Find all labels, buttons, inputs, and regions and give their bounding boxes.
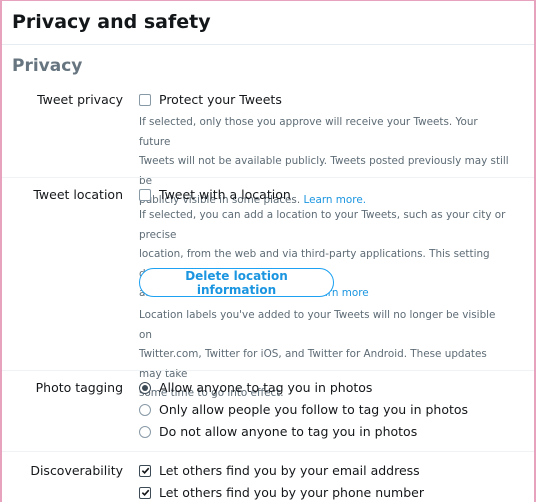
note-line: Twitter.com, Twitter for iOS, and Twitte… [139, 348, 487, 380]
help-line: If selected, only those you approve will… [139, 116, 478, 148]
photo-tag-option-anyone[interactable]: Allow anyone to tag you in photos [139, 380, 372, 395]
radio-no-one[interactable] [139, 425, 151, 438]
check-icon [141, 489, 149, 497]
delete-location-button[interactable]: Delete location information [139, 268, 334, 297]
find-by-phone-label: Let others find you by your phone number [159, 485, 425, 500]
check-icon [141, 467, 149, 475]
find-by-phone-option[interactable]: Let others find you by your phone number [139, 485, 424, 500]
find-by-phone-checkbox[interactable] [139, 486, 151, 499]
help-line: Tweets will not be available publicly. T… [139, 155, 509, 187]
divider [2, 451, 534, 452]
radio-label: Do not allow anyone to tag you in photos [159, 424, 418, 439]
tweet-with-location-option[interactable]: Tweet with a location [139, 187, 291, 202]
section-title-privacy: Privacy [12, 56, 83, 76]
find-by-email-option[interactable]: Let others find you by your email addres… [139, 463, 420, 478]
tweet-location-label: Tweet location [33, 187, 123, 202]
protect-tweets-option[interactable]: Protect your Tweets [139, 92, 282, 107]
find-by-email-checkbox[interactable] [139, 464, 151, 477]
photo-tagging-label: Photo tagging [35, 380, 123, 395]
radio-only-following[interactable] [139, 403, 151, 416]
radio-allow-anyone[interactable] [139, 381, 151, 394]
find-by-email-label: Let others find you by your email addres… [159, 463, 420, 478]
tweet-with-location-checkbox[interactable] [139, 188, 151, 201]
page-header: Privacy and safety [2, 1, 534, 45]
page-title: Privacy and safety [12, 11, 211, 33]
help-line: If selected, you can add a location to y… [139, 209, 506, 241]
divider [2, 177, 534, 178]
radio-label: Allow anyone to tag you in photos [159, 380, 373, 395]
photo-tag-option-following[interactable]: Only allow people you follow to tag you … [139, 402, 468, 417]
radio-label: Only allow people you follow to tag you … [159, 402, 469, 417]
divider [2, 370, 534, 371]
protect-tweets-checkbox[interactable] [139, 93, 151, 106]
tweet-with-location-label: Tweet with a location [159, 187, 291, 202]
discoverability-label: Discoverability [30, 463, 123, 478]
protect-tweets-label: Protect your Tweets [159, 92, 282, 107]
note-line: Location labels you've added to your Twe… [139, 309, 496, 341]
tweet-privacy-label: Tweet privacy [37, 92, 123, 107]
learn-more-link[interactable]: Learn more. [303, 194, 366, 206]
photo-tag-option-none[interactable]: Do not allow anyone to tag you in photos [139, 424, 417, 439]
